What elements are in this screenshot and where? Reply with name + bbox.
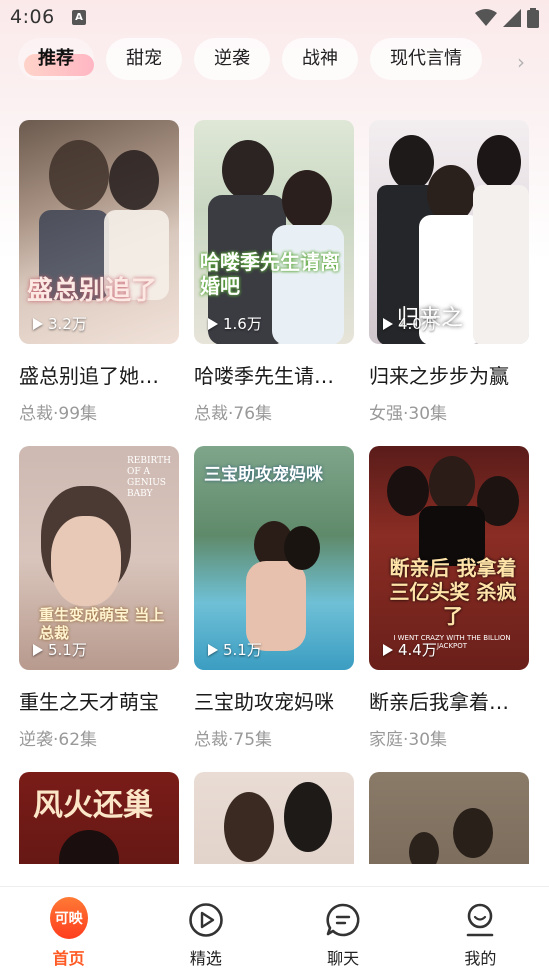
view-count: 5.1万 [208,639,262,660]
tab-sweet[interactable]: 甜宠 [106,38,182,80]
card-title[interactable]: 盛总别追了她… [19,360,181,389]
tab-label: 战神 [302,48,338,69]
bottom-nav: 可映 首页 精选 聊天 我的 [0,886,549,977]
poster[interactable]: 断亲后 我拿着 三亿头奖 杀疯了 I WENT CRAZY WITH THE B… [369,446,529,670]
view-count: 3.2万 [33,313,87,334]
brand-logo-icon: 可映 [49,897,88,939]
drama-card[interactable] [194,772,354,864]
chat-bubble-icon [324,901,362,939]
drama-card[interactable]: 盛总别追了 3.2万 盛总别追了她… 总裁·99集 [19,120,179,424]
poster[interactable] [369,772,529,864]
card-meta: 家庭·30集 [369,730,448,750]
user-icon [461,901,499,939]
poster[interactable]: 哈喽季先生请离婚吧 1.6万 [194,120,354,344]
status-bar: 4:06 A [0,0,549,36]
poster-title: 哈喽季先生请离婚吧 [200,250,340,298]
poster[interactable] [194,772,354,864]
card-meta: 总裁·76集 [194,404,273,424]
poster[interactable]: 风火还巢 [19,772,179,864]
poster[interactable]: 三宝助攻宠妈咪 5.1万 [194,446,354,670]
drama-grid: 盛总别追了 3.2万 盛总别追了她… 总裁·99集 哈喽季先生请离婚吧 1.6万… [19,120,531,864]
play-icon [33,317,43,330]
drama-card[interactable]: 断亲后 我拿着 三亿头奖 杀疯了 I WENT CRAZY WITH THE B… [369,446,529,750]
poster-title: 盛总别追了 [27,276,158,306]
nav-label: 精选 [189,949,222,968]
status-time: 4:06 [10,6,55,28]
status-icons [475,8,539,28]
poster-title: 断亲后 我拿着 三亿头奖 杀疯了 [389,556,517,628]
tab-label: 推荐 [38,48,74,69]
chevron-right-icon[interactable]: › [517,50,525,74]
nav-featured[interactable]: 精选 [137,887,274,977]
drama-card[interactable]: REBIRTH OF A GENIUS BABY 重生变成萌宝 当上总裁 5.1… [19,446,179,750]
notification-icon: A [72,10,86,25]
battery-icon [527,8,539,28]
nav-label: 聊天 [327,949,360,968]
poster[interactable]: REBIRTH OF A GENIUS BABY 重生变成萌宝 当上总裁 5.1… [19,446,179,670]
card-meta: 总裁·99集 [19,404,98,424]
play-circle-icon [187,901,225,939]
nav-home[interactable]: 可映 首页 [0,887,137,977]
drama-card[interactable]: 哈喽季先生请离婚吧 1.6万 哈喽季先生请… 总裁·76集 [194,120,354,424]
card-title[interactable]: 哈喽季先生请… [194,360,356,389]
tab-comeback[interactable]: 逆袭 [194,38,270,80]
nav-label: 我的 [464,949,497,968]
card-title[interactable]: 三宝助攻宠妈咪 [194,686,356,715]
drama-card[interactable]: 三宝助攻宠妈咪 5.1万 三宝助攻宠妈咪 总裁·75集 [194,446,354,750]
wifi-icon [475,9,497,26]
nav-label: 首页 [52,949,85,968]
card-title[interactable]: 重生之天才萌宝 [19,686,181,715]
view-count: 4.4万 [383,639,437,660]
tab-recommend[interactable]: 推荐 [18,38,94,80]
tab-label: 逆袭 [214,48,250,69]
tab-label: 甜宠 [126,48,162,69]
tab-war-god[interactable]: 战神 [282,38,358,80]
card-title[interactable]: 归来之步步为赢 [369,360,531,389]
play-icon [383,317,393,330]
view-count: 5.1万 [33,639,87,660]
drama-card[interactable] [369,772,529,864]
drama-card[interactable]: 归来之 4.0万 归来之步步为赢 女强·30集 [369,120,529,424]
poster-subtitle: REBIRTH OF A GENIUS BABY [127,456,171,499]
poster-title: 风火还巢 [33,788,153,823]
poster[interactable]: 归来之 4.0万 [369,120,529,344]
card-meta: 逆袭·62集 [19,730,98,750]
brand-logo: 可映 [49,897,88,939]
card-title[interactable]: 断亲后我拿着… [369,686,531,715]
view-count: 1.6万 [208,313,262,334]
view-count: 4.0万 [383,313,437,334]
card-meta: 总裁·75集 [194,730,273,750]
tab-modern-romance[interactable]: 现代言情 [370,38,482,80]
play-icon [208,643,218,656]
card-meta: 女强·30集 [369,404,448,424]
poster[interactable]: 盛总别追了 3.2万 [19,120,179,344]
category-tabs: 推荐 甜宠 逆袭 战神 现代言情 [18,38,508,82]
play-icon [33,643,43,656]
drama-card[interactable]: 风火还巢 [19,772,179,864]
nav-profile[interactable]: 我的 [412,887,549,977]
play-icon [383,643,393,656]
play-icon [208,317,218,330]
signal-icon [503,9,521,27]
tab-label: 现代言情 [390,48,462,69]
poster-title: 重生变成萌宝 当上总裁 [39,606,165,642]
poster-title: 三宝助攻宠妈咪 [204,465,323,485]
nav-chat[interactable]: 聊天 [275,887,412,977]
